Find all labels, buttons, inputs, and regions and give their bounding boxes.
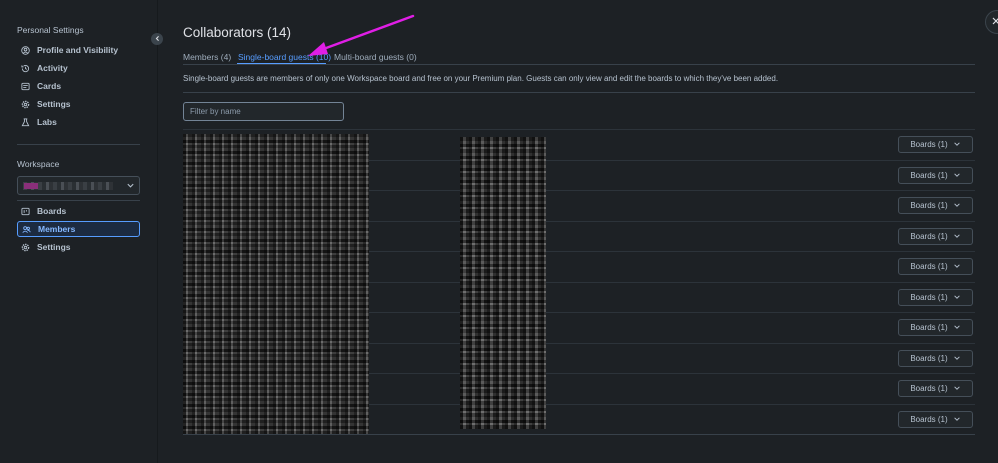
chevron-left-icon [154, 34, 161, 44]
gear-icon [21, 243, 30, 252]
page-title: Collaborators (14) [183, 25, 292, 40]
table-bottom-divider [183, 434, 975, 435]
chevron-down-icon [953, 232, 961, 242]
close-button[interactable] [985, 10, 998, 34]
boards-dropdown-button[interactable]: Boards (1) [898, 411, 973, 428]
chevron-down-icon [953, 171, 961, 181]
sidebar-item-label: Labs [37, 117, 57, 127]
boards-dropdown-label: Boards (1) [910, 171, 948, 180]
boards-dropdown-button[interactable]: Boards (1) [898, 136, 973, 153]
chevron-down-icon [953, 293, 961, 303]
chevron-down-icon [953, 354, 961, 364]
sidebar-item-boards[interactable]: Boards [17, 203, 140, 219]
sidebar-item-members[interactable]: Members [17, 221, 140, 237]
sidebar-item-activity[interactable]: Activity [17, 60, 140, 76]
user-circle-icon [21, 45, 30, 55]
boards-dropdown-label: Boards (1) [910, 415, 948, 424]
sidebar-item-profile-and-visibility[interactable]: Profile and Visibility [17, 42, 140, 58]
personal-settings-heading: Personal Settings [17, 25, 84, 35]
chevron-down-icon [953, 384, 961, 394]
chevron-down-icon [953, 201, 961, 211]
chevron-down-icon [953, 323, 961, 333]
sidebar-item-label: Settings [37, 242, 71, 252]
history-icon [21, 64, 30, 73]
sidebar: Personal Settings Profile and Visibility… [0, 0, 158, 463]
chevron-down-icon [126, 181, 135, 190]
boards-dropdown-label: Boards (1) [910, 323, 948, 332]
tab-members[interactable]: Members (4) [183, 52, 231, 62]
annotation-arrow [308, 14, 415, 56]
collapse-sidebar-button[interactable] [151, 33, 163, 45]
boards-dropdown-button[interactable]: Boards (1) [898, 380, 973, 397]
boards-dropdown-button[interactable]: Boards (1) [898, 350, 973, 367]
sidebar-item-cards[interactable]: Cards [17, 78, 140, 94]
chevron-down-icon [953, 140, 961, 150]
sidebar-item-label: Boards [37, 206, 67, 216]
sidebar-item-label: Cards [37, 81, 62, 91]
boards-dropdown-button[interactable]: Boards (1) [898, 167, 973, 184]
workspace-logo-obscured [24, 183, 38, 189]
boards-dropdown-button[interactable]: Boards (1) [898, 197, 973, 214]
sidebar-item-label: Members [38, 224, 76, 234]
boards-dropdown-label: Boards (1) [910, 140, 948, 149]
boards-dropdown-label: Boards (1) [910, 354, 948, 363]
sidebar-item-label: Activity [37, 63, 68, 73]
boards-dropdown-label: Boards (1) [910, 384, 948, 393]
boards-dropdown-label: Boards (1) [910, 293, 948, 302]
boards-icon [21, 207, 30, 216]
boards-dropdown-label: Boards (1) [910, 201, 948, 210]
workspace-select[interactable] [17, 176, 140, 195]
gear-icon [21, 100, 30, 109]
sidebar-item-label: Settings [37, 99, 71, 109]
redacted-guest-emails [460, 137, 546, 429]
members-icon [22, 225, 31, 234]
description-divider [183, 92, 975, 93]
sidebar-divider [17, 144, 140, 145]
boards-dropdown-label: Boards (1) [910, 262, 948, 271]
workspace-heading: Workspace [17, 159, 60, 169]
tabs-divider [183, 64, 975, 65]
sidebar-item-label: Profile and Visibility [37, 45, 119, 55]
guests-description: Single-board guests are members of only … [183, 74, 779, 83]
redacted-guest-names [183, 134, 369, 434]
boards-dropdown-button[interactable]: Boards (1) [898, 289, 973, 306]
filter-by-name-input[interactable] [183, 102, 344, 121]
flask-icon [21, 117, 30, 127]
boards-dropdown-label: Boards (1) [910, 232, 948, 241]
card-icon [21, 82, 30, 91]
chevron-down-icon [953, 415, 961, 425]
chevron-down-icon [953, 262, 961, 272]
boards-dropdown-button[interactable]: Boards (1) [898, 258, 973, 275]
close-icon [991, 16, 998, 28]
sidebar-item-labs[interactable]: Labs [17, 114, 140, 130]
sidebar-item-settings[interactable]: Settings [17, 239, 140, 255]
boards-dropdown-button[interactable]: Boards (1) [898, 228, 973, 245]
sidebar-divider [17, 200, 140, 201]
sidebar-item-settings[interactable]: Settings [17, 96, 140, 112]
boards-dropdown-button[interactable]: Boards (1) [898, 319, 973, 336]
